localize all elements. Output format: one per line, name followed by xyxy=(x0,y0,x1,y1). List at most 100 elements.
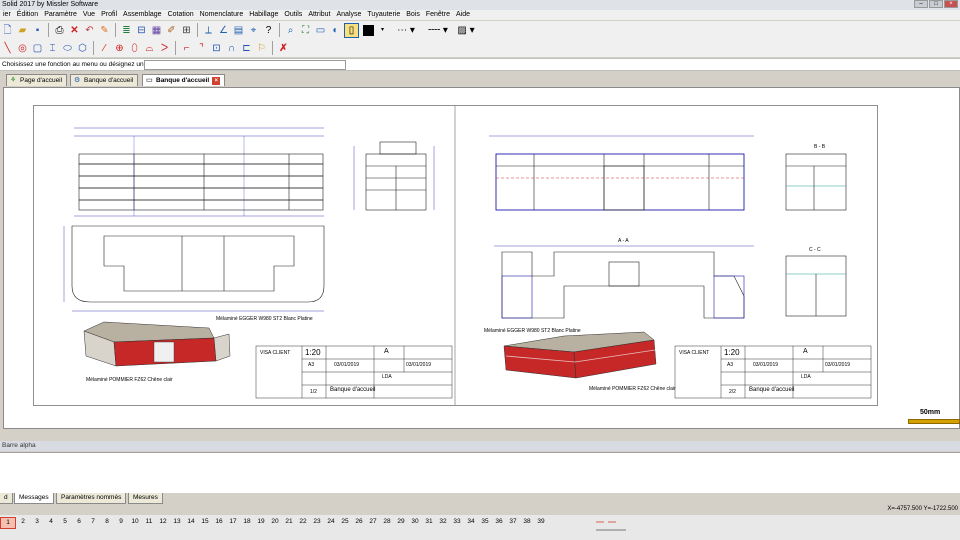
line-icon[interactable]: ╲ xyxy=(1,42,14,55)
tab-mesures[interactable]: Mesures xyxy=(128,493,163,504)
texture-icon[interactable]: ▦ xyxy=(150,24,163,37)
text-icon[interactable]: ⊏ xyxy=(240,42,253,55)
polyline-icon[interactable]: ⌶ xyxy=(46,42,59,55)
menu-item-13[interactable]: Bois xyxy=(403,10,423,20)
page-21[interactable]: 21 xyxy=(282,517,296,527)
tab-banque-accueil-2[interactable]: ▭ Banque d'accueil × xyxy=(142,74,226,86)
menu-item-4[interactable]: Profil xyxy=(98,10,120,20)
color-icon[interactable] xyxy=(363,24,374,36)
line-style-icon[interactable]: ⋯ ▾ xyxy=(391,24,421,37)
page-30[interactable]: 30 xyxy=(408,517,422,527)
page-2[interactable]: 2 xyxy=(16,517,30,527)
page-3[interactable]: 3 xyxy=(30,517,44,527)
tab-parametres-nommes[interactable]: Paramètres nommés xyxy=(56,493,127,504)
page-9[interactable]: 9 xyxy=(114,517,128,527)
page-35[interactable]: 35 xyxy=(478,517,492,527)
open-icon[interactable]: ▰ xyxy=(16,24,29,37)
page-33[interactable]: 33 xyxy=(450,517,464,527)
page-22[interactable]: 22 xyxy=(296,517,310,527)
break-icon[interactable]: ⚐ xyxy=(255,42,268,55)
tab-d[interactable]: d xyxy=(0,493,13,504)
tab-messages[interactable]: Messages xyxy=(14,493,54,504)
query-icon[interactable]: ? xyxy=(262,24,275,37)
save-icon[interactable]: ▪ xyxy=(31,24,44,37)
spline-icon[interactable]: ⁄ xyxy=(98,42,111,55)
erase-icon[interactable]: ✗ xyxy=(277,42,290,55)
menu-item-10[interactable]: Attribut xyxy=(305,10,333,20)
page-39[interactable]: 39 xyxy=(534,517,548,527)
minimize-button[interactable]: – xyxy=(914,0,928,8)
page-26[interactable]: 26 xyxy=(352,517,366,527)
trim-icon[interactable]: ⊡ xyxy=(210,42,223,55)
menu-item-1[interactable]: Édition xyxy=(14,10,41,20)
hexagon-icon[interactable]: ⬡ xyxy=(76,42,89,55)
page-27[interactable]: 27 xyxy=(366,517,380,527)
menu-item-12[interactable]: Tuyauterie xyxy=(364,10,403,20)
line-type-icon[interactable]: ╌╌ ▾ xyxy=(423,24,453,37)
menu-item-9[interactable]: Outils xyxy=(281,10,305,20)
page-19[interactable]: 19 xyxy=(254,517,268,527)
print-icon[interactable]: ⎙ xyxy=(53,24,66,37)
zoom-icon[interactable]: ⌕ xyxy=(284,24,297,37)
chevron-down-icon[interactable]: ▾ xyxy=(376,24,389,37)
page-31[interactable]: 31 xyxy=(422,517,436,527)
menu-item-8[interactable]: Habillage xyxy=(246,10,281,20)
page-34[interactable]: 34 xyxy=(464,517,478,527)
render-icon[interactable]: ◐ xyxy=(329,24,342,37)
menu-item-0[interactable]: ier xyxy=(0,10,14,20)
page-13[interactable]: 13 xyxy=(170,517,184,527)
dimension-icon[interactable]: ⊟ xyxy=(135,24,148,37)
page-5[interactable]: 5 xyxy=(58,517,72,527)
arc-icon[interactable]: ⌓ xyxy=(143,42,156,55)
page-7[interactable]: 7 xyxy=(86,517,100,527)
page-17[interactable]: 17 xyxy=(226,517,240,527)
maximize-button[interactable]: □ xyxy=(929,0,943,8)
menu-item-7[interactable]: Nomenclature xyxy=(197,10,247,20)
menu-item-11[interactable]: Analyse xyxy=(334,10,365,20)
menu-item-2[interactable]: Paramètre xyxy=(41,10,80,20)
oval-icon[interactable]: ⬯ xyxy=(128,42,141,55)
page-38[interactable]: 38 xyxy=(520,517,534,527)
page-20[interactable]: 20 xyxy=(268,517,282,527)
circle-icon[interactable]: ◎ xyxy=(16,42,29,55)
offset-icon[interactable]: ⌝ xyxy=(195,42,208,55)
page-23[interactable]: 23 xyxy=(310,517,324,527)
tab-banque-accueil-1[interactable]: ⚙ Banque d'accueil xyxy=(70,74,139,86)
page-25[interactable]: 25 xyxy=(338,517,352,527)
pen-icon[interactable]: ▯ xyxy=(344,22,359,38)
chamfer-icon[interactable]: ⌐ xyxy=(180,42,193,55)
page-36[interactable]: 36 xyxy=(492,517,506,527)
menu-item-6[interactable]: Cotation xyxy=(165,10,197,20)
snap-icon[interactable]: ⌖ xyxy=(247,24,260,37)
fit-icon[interactable]: ⛶ xyxy=(299,24,312,37)
menu-item-5[interactable]: Assemblage xyxy=(120,10,165,20)
page-14[interactable]: 14 xyxy=(184,517,198,527)
close-button[interactable]: × xyxy=(944,0,958,8)
menu-item-15[interactable]: Aide xyxy=(453,10,473,20)
page-37[interactable]: 37 xyxy=(506,517,520,527)
messages-area[interactable] xyxy=(0,452,960,493)
rectangle-icon[interactable]: ▢ xyxy=(31,42,44,55)
page-1[interactable]: 1 xyxy=(0,517,16,529)
layers-icon[interactable]: ≣ xyxy=(120,24,133,37)
delete-icon[interactable]: ✕ xyxy=(68,24,81,37)
page-24[interactable]: 24 xyxy=(324,517,338,527)
page-4[interactable]: 4 xyxy=(44,517,58,527)
close-tab-icon[interactable]: × xyxy=(212,77,221,85)
tab-page-accueil[interactable]: ⚘ Page d'accueil xyxy=(6,74,68,86)
page-28[interactable]: 28 xyxy=(380,517,394,527)
extend-icon[interactable]: ∩ xyxy=(225,42,238,55)
page-6[interactable]: 6 xyxy=(72,517,86,527)
page-32[interactable]: 32 xyxy=(436,517,450,527)
command-input[interactable] xyxy=(144,60,346,70)
angle-icon[interactable]: ∠ xyxy=(217,24,230,37)
new-icon[interactable]: 🗋 xyxy=(1,24,14,37)
hatch-icon[interactable]: ▨ ▾ xyxy=(455,24,477,37)
page-16[interactable]: 16 xyxy=(212,517,226,527)
page-12[interactable]: 12 xyxy=(156,517,170,527)
table-icon[interactable]: ▤ xyxy=(232,24,245,37)
edit-icon[interactable]: ✐ xyxy=(165,24,178,37)
page-8[interactable]: 8 xyxy=(100,517,114,527)
drawing-canvas[interactable]: Mélaminé EGGER W980 ST2 Blanc Platine Mé… xyxy=(3,87,960,429)
menu-item-14[interactable]: Fenêtre xyxy=(423,10,453,20)
